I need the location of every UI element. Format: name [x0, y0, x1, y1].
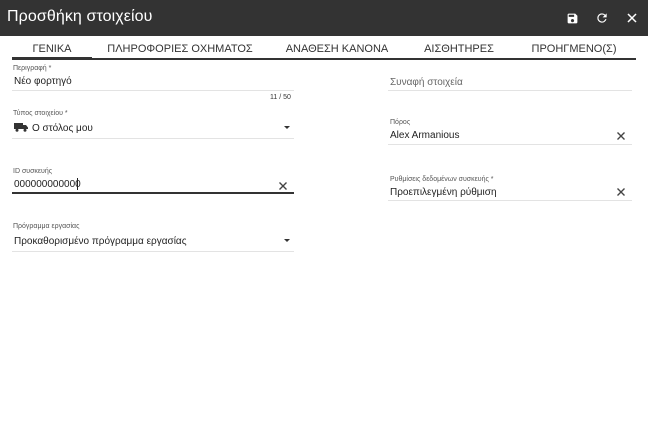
device-id-label: ID συσκευής — [13, 168, 53, 175]
description-underline — [12, 90, 294, 91]
tab-underline — [12, 58, 636, 60]
resource-clear-icon[interactable] — [615, 130, 627, 142]
chevron-down-icon — [284, 126, 290, 129]
device-id-input[interactable]: 000000000000 — [14, 178, 274, 192]
truck-icon — [14, 123, 28, 132]
work-schedule-underline — [12, 251, 294, 252]
refresh-button[interactable] — [592, 8, 612, 28]
device-id-clear-icon[interactable] — [277, 180, 289, 192]
resource-input[interactable]: Alex Armanious — [390, 129, 610, 143]
description-label: Περιγραφή * — [13, 65, 52, 72]
asset-type-select[interactable]: Ο στόλος μου — [12, 119, 294, 137]
title-bar: Προσθήκη στοιχείου — [0, 0, 648, 36]
chevron-down-icon — [284, 239, 290, 242]
resource-underline — [388, 144, 632, 145]
work-schedule-label: Πρόγραμμα εργασίας — [13, 223, 80, 230]
description-counter: 11 / 50 — [270, 94, 291, 101]
device-data-settings-input[interactable]: Προεπιλεγμένη ρύθμιση — [390, 186, 610, 200]
asset-type-label: Τύπος στοιχείου * — [13, 110, 68, 117]
save-button[interactable] — [562, 8, 582, 28]
related-items-underline — [388, 90, 632, 91]
tab-bar: ΓΕΝΙΚΑ ΠΛΗΡΟΦΟΡΙΕΣ ΟΧΗΜΑΤΟΣ ΑΝΑΘΕΣΗ ΚΑΝΟ… — [0, 36, 648, 60]
save-icon — [567, 13, 577, 23]
device-data-settings-clear-icon[interactable] — [615, 186, 627, 198]
description-input[interactable]: Νέο φορτηγό — [14, 75, 292, 89]
text-cursor — [77, 178, 78, 190]
device-data-settings-label: Ρυθμίσεις δεδομένων συσκευής * — [390, 176, 494, 183]
resource-label: Πόρος — [390, 119, 411, 126]
work-schedule-select[interactable]: Προκαθορισμένο πρόγραμμα εργασίας — [12, 232, 294, 250]
related-items-input[interactable]: Συναφή στοιχεία — [390, 76, 632, 90]
tab-active-indicator — [12, 57, 92, 60]
work-schedule-value: Προκαθορισμένο πρόγραμμα εργασίας — [14, 236, 187, 247]
close-icon — [627, 13, 637, 23]
asset-type-value: Ο στόλος μου — [32, 123, 93, 134]
dialog-title: Προσθήκη στοιχείου — [7, 8, 153, 25]
device-data-settings-underline — [388, 200, 632, 201]
device-id-underline — [12, 192, 294, 194]
asset-type-underline — [12, 138, 294, 139]
close-button[interactable] — [622, 8, 642, 28]
refresh-icon — [597, 13, 607, 23]
